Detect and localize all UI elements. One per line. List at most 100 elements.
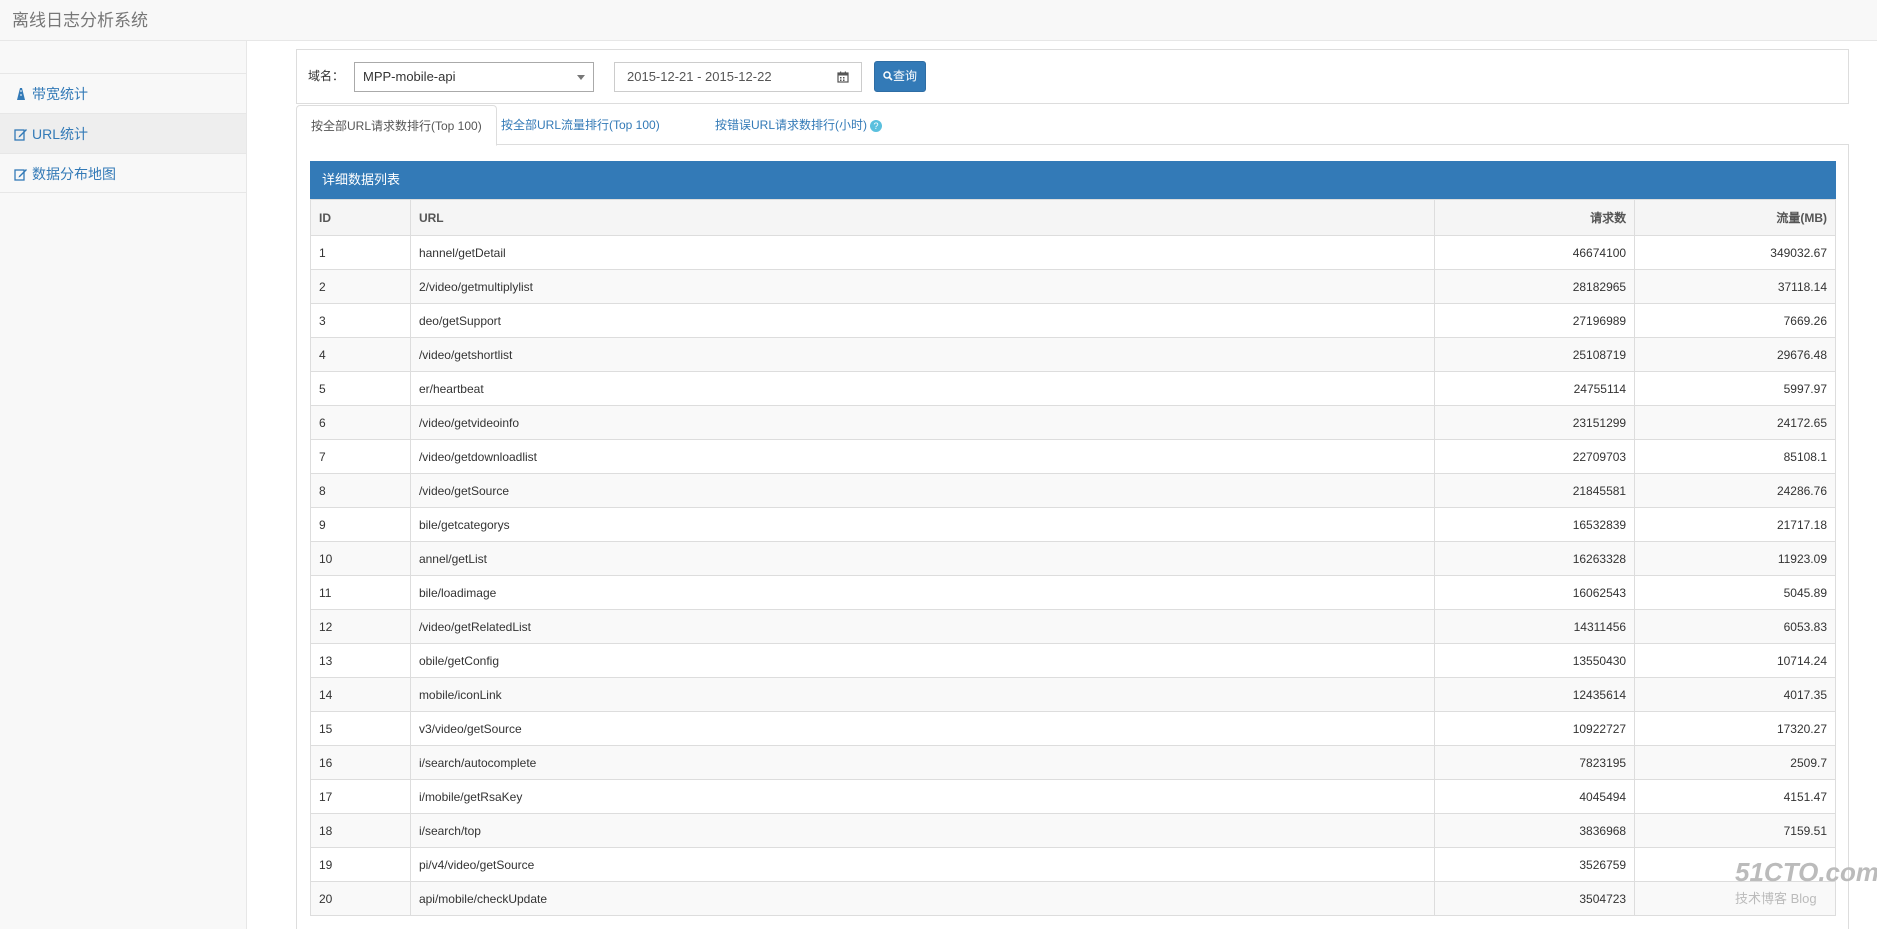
cell-traffic: 7669.26 (1634, 303, 1836, 338)
table-row: 11 bile/loadimage 16062543 5045.89 (310, 575, 1836, 610)
table-row: 10 annel/getList 16263328 11923.09 (310, 541, 1836, 576)
cell-url: er/heartbeat (409, 371, 1436, 406)
table-row: 12/video/getRelatedList 14311456 6053.83 (310, 609, 1836, 644)
table-row: 2 2/video/getmultiplylist 28182965 37118.14 (310, 269, 1836, 304)
cell-traffic: 349032.67 (1634, 235, 1836, 270)
cell-id: 1 (310, 235, 411, 270)
cell-traffic: 11923.09 (1634, 541, 1836, 576)
cell-traffic: 10714.24 (1634, 643, 1836, 678)
cell-requests: 16062543 (1434, 575, 1636, 610)
cell-url: v3/video/getSource (409, 711, 1436, 746)
cell-id: 20 (310, 881, 411, 916)
tab-error-requests[interactable]: 按错误URL请求数排行(小时)? (701, 105, 896, 145)
data-panel: 详细数据列表 ID URL 请求数 流量(MB) 1 hannel/getDeta… (296, 145, 1849, 929)
cell-url: /video/getRelatedList (409, 609, 1436, 644)
cell-traffic: 4017.35 (1634, 677, 1836, 712)
cell-traffic: 4151.47 (1634, 779, 1836, 814)
date-range-value: 2015-12-21 - 2015-12-22 (627, 69, 772, 84)
column-header-requests[interactable]: 请求数 (1434, 199, 1636, 236)
cell-traffic: 5997.97 (1634, 371, 1836, 406)
cell-requests: 3504723 (1434, 881, 1636, 916)
tab-requests-top100[interactable]: 按全部URL请求数排行(Top 100) (296, 105, 497, 146)
cell-url: /video/getdownloadlist (409, 439, 1436, 474)
tab-bar: 按全部URL请求数排行(Top 100) 按全部URL流量排行(Top 100)… (296, 105, 1849, 146)
cell-url: /video/getvideoinfo (409, 405, 1436, 440)
cell-traffic: 7159.51 (1634, 813, 1836, 848)
cell-id: 18 (310, 813, 411, 848)
panel-title: 详细数据列表 (310, 161, 1836, 199)
table-row: 15 v3/video/getSource 10922727 17320.27 (310, 711, 1836, 746)
cell-url: deo/getSupport (409, 303, 1436, 338)
cell-url: obile/getConfig (409, 643, 1436, 678)
domain-label: 域名： (308, 69, 345, 83)
tab-traffic-top100[interactable]: 按全部URL流量排行(Top 100) (487, 105, 674, 145)
table-row: 13 obile/getConfig 13550430 10714.24 (310, 643, 1836, 678)
edit-icon (14, 129, 27, 141)
cell-requests: 3836968 (1434, 813, 1636, 848)
domain-select[interactable]: MPP-mobile-api (354, 62, 594, 92)
cell-url: /video/getshortlist (409, 337, 1436, 372)
cell-id: 14 (310, 677, 411, 712)
table-row: 16 i/search/autocomplete 7823195 2509.7 (310, 745, 1836, 780)
cell-id: 17 (310, 779, 411, 814)
cell-requests: 25108719 (1434, 337, 1636, 372)
sidebar-item-bandwidth[interactable]: 带宽统计 (0, 73, 246, 113)
sidebar-item-label: 带宽统计 (32, 86, 88, 102)
cell-requests: 22709703 (1434, 439, 1636, 474)
table-row: 9 bile/getcategorys 16532839 21717.18 (310, 507, 1836, 542)
cell-requests: 3526759 (1434, 847, 1636, 882)
cell-url: bile/loadimage (409, 575, 1436, 610)
sidebar-item-url[interactable]: URL统计 (0, 113, 246, 153)
cell-id: 2 (310, 269, 411, 304)
cell-id: 5 (310, 371, 411, 406)
cell-url: 2/video/getmultiplylist (409, 269, 1436, 304)
cell-id: 16 (310, 745, 411, 780)
cell-requests: 23151299 (1434, 405, 1636, 440)
cell-requests: 10922727 (1434, 711, 1636, 746)
cell-url: i/search/autocomplete (409, 745, 1436, 780)
tab-label: 按全部URL请求数排行(Top 100) (311, 119, 482, 133)
column-header-traffic[interactable]: 流量(MB) (1634, 199, 1836, 236)
cell-url: api/mobile/checkUpdate (409, 881, 1436, 916)
cell-url: mobile/iconLink (409, 677, 1436, 712)
watermark-logo: 51CTO.com (1735, 857, 1877, 887)
help-icon[interactable]: ? (870, 120, 882, 132)
cell-requests: 21845581 (1434, 473, 1636, 508)
cell-id: 13 (310, 643, 411, 678)
table-row: 14 mobile/iconLink 12435614 4017.35 (310, 677, 1836, 712)
cell-id: 3 (310, 303, 411, 338)
cell-traffic: 17320.27 (1634, 711, 1836, 746)
cell-traffic: 29676.48 (1634, 337, 1836, 372)
road-icon (17, 88, 25, 100)
cell-traffic: 24172.65 (1634, 405, 1836, 440)
table-header-row: ID URL 请求数 流量(MB) (310, 199, 1836, 236)
cell-url: /video/getSource (409, 473, 1436, 508)
cell-url: annel/getList (409, 541, 1436, 576)
cell-traffic: 37118.14 (1634, 269, 1836, 304)
date-range-input[interactable]: 2015-12-21 - 2015-12-22 (614, 62, 862, 92)
sidebar-item-map[interactable]: 数据分布地图 (0, 153, 246, 193)
sidebar: 带宽统计 URL统计 数据分布地图 (0, 41, 247, 929)
query-button-label: 查询 (892, 69, 917, 83)
table-row: 8/video/getSource 21845581 24286.76 (310, 473, 1836, 508)
cell-requests: 46674100 (1434, 235, 1636, 270)
domain-select-value: MPP-mobile-api (363, 69, 456, 84)
column-header-id[interactable]: ID (310, 199, 411, 236)
table-row: 5 er/heartbeat 24755114 5997.97 (310, 371, 1836, 406)
cell-traffic: 2509.7 (1634, 745, 1836, 780)
cell-requests: 12435614 (1434, 677, 1636, 712)
watermark: 51CTO.com 技术博客 Blog (1735, 857, 1877, 919)
sidebar-item-label: 数据分布地图 (32, 166, 116, 182)
cell-requests: 16263328 (1434, 541, 1636, 576)
table-row: 3 deo/getSupport 27196989 7669.26 (310, 303, 1836, 338)
chevron-down-icon (577, 75, 585, 80)
cell-id: 10 (310, 541, 411, 576)
cell-requests: 28182965 (1434, 269, 1636, 304)
cell-url: i/search/top (409, 813, 1436, 848)
app-title[interactable]: 离线日志分析系统 (12, 6, 148, 31)
query-button[interactable]: 查询 (874, 61, 926, 92)
sidebar-item-label: URL统计 (32, 126, 89, 142)
cell-traffic: 5045.89 (1634, 575, 1836, 610)
cell-id: 6 (310, 405, 411, 440)
column-header-url[interactable]: URL (409, 199, 1436, 236)
